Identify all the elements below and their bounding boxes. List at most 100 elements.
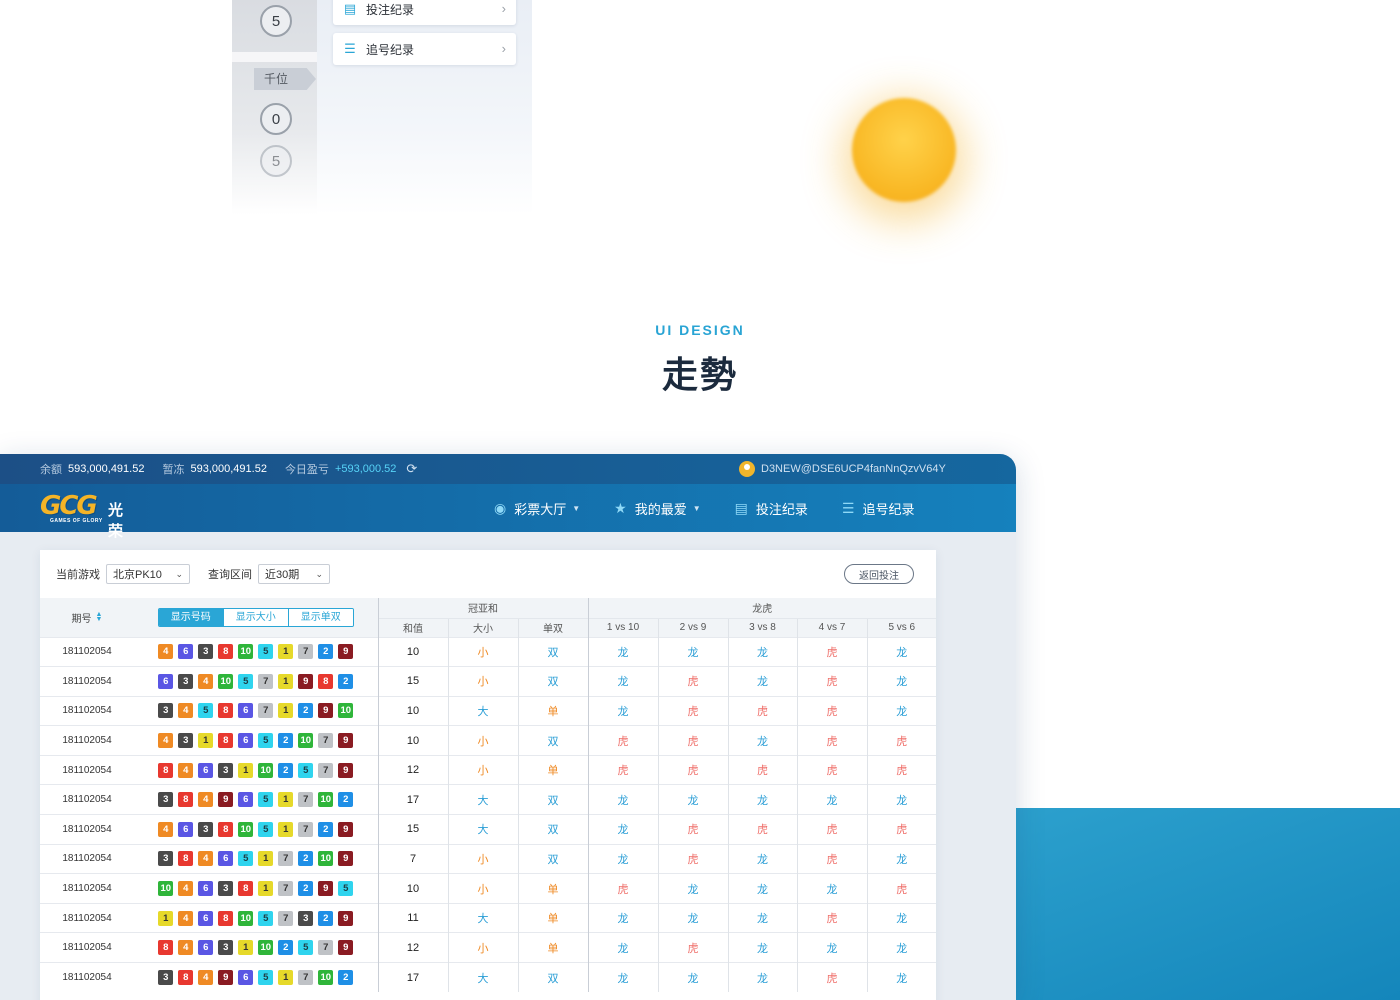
number-ball: 1 [278, 644, 294, 660]
size-value: 小 [447, 873, 518, 904]
draw-numbers: 1 4 6 8 10 5 7 3 2 9 [134, 902, 378, 933]
dragon-tiger-value: 虎 [796, 636, 868, 667]
number-ball: 3 [178, 673, 194, 689]
main-navbar: GCG 光荣 GAMES OF GLORY ◉ 彩票大厅 ▼ ★ 我的最爱 ▼ … [0, 484, 1016, 540]
dragon-tiger-value: 龙 [866, 843, 937, 874]
number-ball: 1 [198, 733, 214, 749]
parity-value: 双 [517, 962, 589, 993]
parity-value: 双 [517, 814, 589, 845]
number-ball: 2 [318, 644, 334, 660]
number-ball: 1 [258, 881, 274, 897]
issue-number: 181102054 [40, 902, 134, 933]
sum-value: 12 [377, 932, 448, 963]
refresh-icon[interactable]: ⟳ [406, 461, 417, 477]
number-ball: 7 [258, 673, 274, 689]
filter-bar: 当前游戏 北京PK10 ⌄ 查询区间 近30期 ⌄ 返回投注 [40, 550, 936, 598]
number-ball: 1 [238, 940, 254, 956]
draw-numbers: 3 8 4 9 6 5 1 7 10 2 [134, 784, 378, 815]
draw-numbers: 4 6 3 8 10 5 1 7 2 9 [134, 814, 378, 845]
number-ball[interactable]: 5 [260, 145, 292, 177]
number-ball[interactable]: 5 [260, 5, 292, 37]
dragon-tiger-value: 龙 [587, 784, 659, 815]
number-ball: 3 [198, 644, 214, 660]
number-ball: 10 [218, 673, 234, 689]
dragon-tiger-value: 龙 [796, 932, 868, 963]
number-ball: 4 [198, 851, 214, 867]
issue-number: 181102054 [40, 725, 134, 756]
number-ball: 6 [198, 762, 214, 778]
number-ball: 1 [278, 703, 294, 719]
number-ball: 4 [158, 644, 174, 660]
number-ball: 10 [318, 970, 334, 986]
size-value: 小 [447, 666, 518, 697]
number-ball: 3 [218, 881, 234, 897]
sum-value: 15 [377, 666, 448, 697]
col-3vs8: 3 vs 8 [727, 617, 798, 637]
clipboard-icon: ▤ [734, 499, 748, 516]
chase-record-card[interactable]: ☰ 追号纪录 › [333, 33, 516, 65]
frozen-value: 593,000,491.52 [190, 463, 267, 475]
issue-number: 181102054 [40, 814, 134, 845]
nav-lottery-hall[interactable]: ◉ 彩票大厅 ▼ [494, 499, 580, 518]
number-ball: 4 [158, 733, 174, 749]
preview-fragment: 5 千位 0 5 ▤ 投注纪录 › ☰ 追号纪录 › [232, 0, 532, 215]
dragon-tiger-value: 虎 [866, 725, 937, 756]
bet-record-card[interactable]: ▤ 投注纪录 › [333, 0, 516, 25]
number-ball: 8 [318, 673, 334, 689]
list-icon: ☰ [344, 41, 356, 56]
dragon-tiger-value: 虎 [587, 754, 659, 785]
star-icon: ★ [614, 499, 627, 516]
chevron-down-icon: ⌄ [175, 568, 183, 579]
number-ball: 4 [178, 940, 194, 956]
dragon-tiger-value: 虎 [657, 695, 729, 726]
toggle-show-size[interactable]: 显示大小 [222, 608, 288, 626]
dragon-tiger-value: 龙 [796, 873, 868, 904]
number-ball: 1 [278, 673, 294, 689]
number-ball: 9 [218, 792, 234, 808]
dragon-tiger-value: 虎 [657, 666, 729, 697]
issue-header[interactable]: 期号 ▲ ▼ [40, 598, 134, 637]
number-ball: 1 [278, 970, 294, 986]
number-ball: 6 [238, 703, 254, 719]
nav-chase-records[interactable]: ☰ 追号纪录 [842, 499, 915, 518]
draw-numbers: 6 3 4 10 5 7 1 9 8 2 [134, 666, 378, 697]
back-to-bet-button[interactable]: 返回投注 [844, 564, 914, 584]
number-ball: 2 [298, 703, 314, 719]
table-row: 181102054 1 4 6 8 10 5 7 3 2 9 11 大单龙龙龙虎龙 [40, 902, 937, 933]
dragon-tiger-value: 虎 [657, 814, 729, 845]
nav-label: 彩票大厅 [514, 501, 567, 517]
trend-table: 期号 ▲ ▼ 显示号码 显示大小 显示单双 冠亚和 龙虎 和值 大小 单双 1 … [40, 598, 937, 993]
number-ball: 7 [278, 910, 294, 926]
number-ball: 5 [258, 792, 274, 808]
number-ball: 10 [158, 881, 174, 897]
nav-favorites[interactable]: ★ 我的最爱 ▼ [614, 499, 701, 518]
decorative-sun [852, 98, 956, 202]
toggle-show-numbers[interactable]: 显示号码 [158, 608, 223, 626]
draw-numbers: 4 3 1 8 6 5 2 10 7 9 [134, 725, 378, 756]
sum-value: 15 [377, 814, 448, 845]
dragon-tiger-value: 龙 [866, 962, 937, 993]
dragon-tiger-value: 虎 [587, 725, 659, 756]
number-ball: 10 [298, 733, 314, 749]
issue-number: 181102054 [40, 666, 134, 697]
dragon-tiger-value: 龙 [657, 784, 729, 815]
number-ball[interactable]: 0 [260, 103, 292, 135]
nav-bet-records[interactable]: ▤ 投注纪录 [735, 499, 808, 518]
sort-icon[interactable]: ▲ ▼ [96, 611, 103, 623]
user-menu[interactable]: D3NEW@DSE6UCP4fanNnQzvV64Y [739, 461, 946, 477]
table-row: 181102054 3 8 4 6 5 1 7 2 10 9 7 小双龙虎龙虎龙 [40, 843, 937, 874]
number-ball: 8 [158, 762, 174, 778]
chase-record-label: 追号纪录 [366, 42, 415, 57]
number-ball: 8 [218, 910, 234, 926]
toggle-show-parity[interactable]: 显示单双 [287, 608, 353, 626]
number-ball: 7 [258, 703, 274, 719]
issue-number: 181102054 [40, 932, 134, 963]
logo[interactable]: GCG 光荣 GAMES OF GLORY [40, 493, 123, 540]
game-select[interactable]: 北京PK10 ⌄ [106, 564, 190, 584]
dragon-tiger-value: 龙 [866, 636, 937, 667]
section-title: 走勢 [661, 354, 738, 395]
number-ball: 10 [238, 910, 254, 926]
parity-value: 单 [517, 873, 589, 904]
range-select[interactable]: 近30期 ⌄ [258, 564, 330, 584]
view-toggle-cell: 显示号码 显示大小 显示单双 [134, 598, 378, 637]
